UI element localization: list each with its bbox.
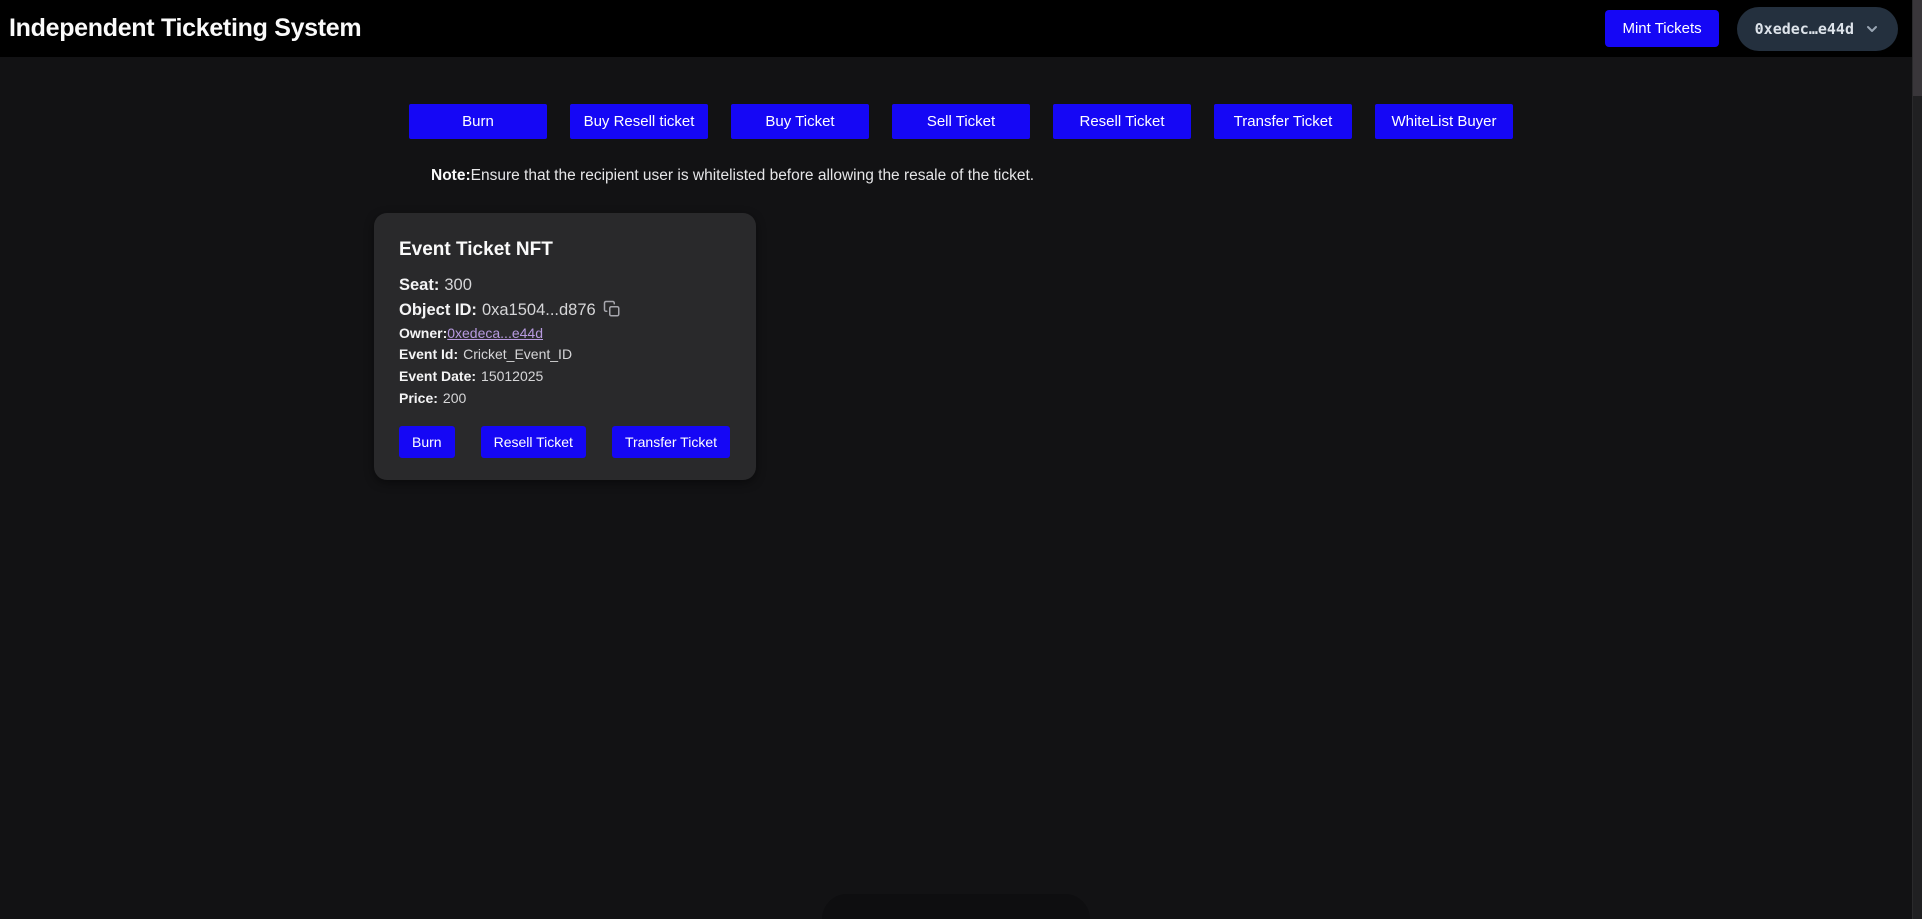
- ticket-seat-row: Seat: 300: [399, 273, 732, 298]
- seat-label: Seat:: [399, 276, 440, 294]
- card-transfer-ticket-button[interactable]: Transfer Ticket: [611, 426, 730, 459]
- owner-label: Owner:: [399, 324, 448, 341]
- object-id-value: 0xa1504...d876: [481, 300, 596, 319]
- app-title: Independent Ticketing System: [9, 14, 362, 42]
- resell-ticket-nav-button[interactable]: Resell Ticket: [1053, 104, 1191, 139]
- note-label: Note:: [431, 167, 471, 184]
- whitelist-note: Note:Ensure that the recipient user is w…: [431, 167, 1548, 185]
- action-toolbar: Burn Buy Resell ticket Buy Ticket Sell T…: [374, 104, 1548, 139]
- note-text: Ensure that the recipient user is whitel…: [470, 167, 1035, 184]
- object-id-label: Object ID:: [399, 300, 477, 319]
- price-value: 200: [442, 389, 467, 406]
- owner-address-link[interactable]: 0xedeca...e44d: [447, 325, 543, 341]
- seat-value: 300: [444, 276, 472, 294]
- card-burn-button[interactable]: Burn: [399, 426, 455, 459]
- wallet-account-dropdown[interactable]: 0xedec…e44d: [1736, 6, 1898, 51]
- copy-icon: [603, 300, 620, 317]
- buy-ticket-button[interactable]: Buy Ticket: [731, 104, 869, 139]
- card-resell-ticket-button[interactable]: Resell Ticket: [480, 426, 586, 459]
- bottom-sheet-peek: [822, 894, 1090, 919]
- event-id-value: Cricket_Event_ID: [463, 346, 573, 363]
- event-id-label: Event Id:: [399, 346, 459, 363]
- mint-tickets-button[interactable]: Mint Tickets: [1605, 10, 1719, 47]
- main-content: Burn Buy Resell ticket Buy Ticket Sell T…: [374, 104, 1548, 481]
- ticket-event-id-row: Event Id: Cricket_Event_ID: [399, 344, 732, 366]
- event-ticket-nft-card: Event Ticket NFT Seat: 300 Object ID: 0xa1…: [374, 213, 756, 481]
- ticket-object-id-row: Object ID: 0xa1504...d876: [399, 298, 732, 323]
- copy-object-id-button[interactable]: [603, 300, 621, 318]
- event-date-value: 15012025: [481, 367, 544, 384]
- burn-nav-button[interactable]: Burn: [409, 104, 547, 139]
- wallet-address: 0xedec…e44d: [1754, 19, 1854, 38]
- ticket-event-date-row: Event Date: 15012025: [399, 366, 732, 388]
- buy-resell-ticket-button[interactable]: Buy Resell ticket: [570, 104, 708, 139]
- chevron-down-icon: [1867, 25, 1877, 32]
- ticket-owner-row: Owner:0xedeca...e44d: [399, 323, 732, 345]
- ticket-card-title: Event Ticket NFT: [399, 239, 553, 260]
- vertical-scrollbar[interactable]: [1912, 0, 1922, 919]
- event-date-label: Event Date:: [399, 367, 477, 384]
- whitelist-buyer-button[interactable]: WhiteList Buyer: [1375, 104, 1513, 139]
- scrollbar-thumb[interactable]: [1913, 0, 1922, 96]
- app-header: Independent Ticketing System Mint Ticket…: [0, 0, 1922, 57]
- header-actions: Mint Tickets 0xedec…e44d: [1605, 6, 1898, 51]
- ticket-card-actions: Burn Resell Ticket Transfer Ticket: [399, 426, 732, 459]
- price-label: Price:: [399, 389, 438, 406]
- transfer-ticket-nav-button[interactable]: Transfer Ticket: [1214, 104, 1352, 139]
- ticket-price-row: Price: 200: [399, 388, 732, 410]
- sell-ticket-button[interactable]: Sell Ticket: [892, 104, 1030, 139]
